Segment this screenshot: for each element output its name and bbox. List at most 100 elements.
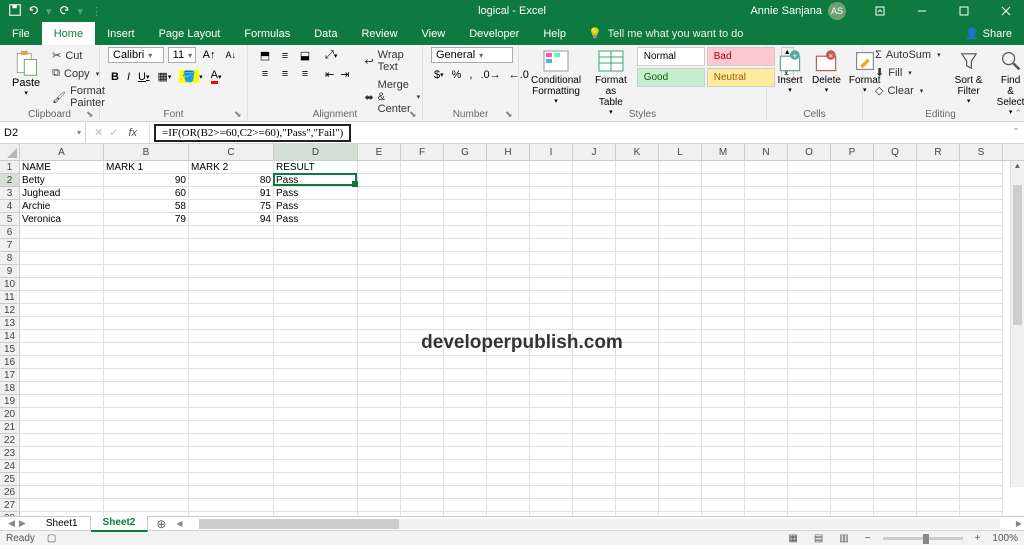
cell-S5[interactable]: [960, 213, 1003, 226]
cell-H5[interactable]: [487, 213, 530, 226]
cell-N15[interactable]: [745, 343, 788, 356]
cell-D23[interactable]: [274, 447, 358, 460]
cell-E26[interactable]: [358, 486, 401, 499]
cell-N26[interactable]: [745, 486, 788, 499]
cell-E11[interactable]: [358, 291, 401, 304]
cell-Q5[interactable]: [874, 213, 917, 226]
cell-G6[interactable]: [444, 226, 487, 239]
cell-H27[interactable]: [487, 499, 530, 512]
accounting-format-icon[interactable]: $▾: [431, 67, 447, 83]
col-header-C[interactable]: C: [189, 144, 274, 160]
cell-E25[interactable]: [358, 473, 401, 486]
cell-D12[interactable]: [274, 304, 358, 317]
cell-P8[interactable]: [831, 252, 874, 265]
cell-H18[interactable]: [487, 382, 530, 395]
cell-E13[interactable]: [358, 317, 401, 330]
cell-I18[interactable]: [530, 382, 573, 395]
cell-G1[interactable]: [444, 161, 487, 174]
cell-O6[interactable]: [788, 226, 831, 239]
cell-L11[interactable]: [659, 291, 702, 304]
cell-B28[interactable]: [104, 512, 189, 516]
cell-L27[interactable]: [659, 499, 702, 512]
cell-I12[interactable]: [530, 304, 573, 317]
cell-L2[interactable]: [659, 174, 702, 187]
cell-M9[interactable]: [702, 265, 745, 278]
cell-S26[interactable]: [960, 486, 1003, 499]
cell-E23[interactable]: [358, 447, 401, 460]
tab-view[interactable]: View: [410, 22, 458, 45]
cell-E9[interactable]: [358, 265, 401, 278]
cell-S2[interactable]: [960, 174, 1003, 187]
cell-C12[interactable]: [189, 304, 274, 317]
hscroll-right-icon[interactable]: ▶: [1014, 519, 1024, 528]
cell-A1[interactable]: NAME: [20, 161, 104, 174]
cell-G20[interactable]: [444, 408, 487, 421]
col-header-L[interactable]: L: [659, 144, 702, 160]
decrease-font-icon[interactable]: A↓: [222, 48, 239, 62]
cell-S1[interactable]: [960, 161, 1003, 174]
cell-D22[interactable]: [274, 434, 358, 447]
cell-G15[interactable]: [444, 343, 487, 356]
cell-F2[interactable]: [401, 174, 444, 187]
cell-H4[interactable]: [487, 200, 530, 213]
cell-H19[interactable]: [487, 395, 530, 408]
cell-G13[interactable]: [444, 317, 487, 330]
row-header-27[interactable]: 27: [0, 499, 20, 512]
sort-filter-button[interactable]: Sort & Filter▾: [951, 47, 987, 118]
cell-B11[interactable]: [104, 291, 189, 304]
cell-N28[interactable]: [745, 512, 788, 516]
cell-F19[interactable]: [401, 395, 444, 408]
cell-K25[interactable]: [616, 473, 659, 486]
col-header-B[interactable]: B: [104, 144, 189, 160]
cell-R22[interactable]: [917, 434, 960, 447]
redo-icon[interactable]: [58, 3, 72, 20]
cell-S22[interactable]: [960, 434, 1003, 447]
cell-Q1[interactable]: [874, 161, 917, 174]
cell-K6[interactable]: [616, 226, 659, 239]
cell-F10[interactable]: [401, 278, 444, 291]
cell-I22[interactable]: [530, 434, 573, 447]
cell-A9[interactable]: [20, 265, 104, 278]
row-header-17[interactable]: 17: [0, 369, 20, 382]
cell-J15[interactable]: [573, 343, 616, 356]
cell-I25[interactable]: [530, 473, 573, 486]
cell-C19[interactable]: [189, 395, 274, 408]
cell-K18[interactable]: [616, 382, 659, 395]
cell-O13[interactable]: [788, 317, 831, 330]
cell-R25[interactable]: [917, 473, 960, 486]
cell-O10[interactable]: [788, 278, 831, 291]
cell-N19[interactable]: [745, 395, 788, 408]
cell-L20[interactable]: [659, 408, 702, 421]
cell-H13[interactable]: [487, 317, 530, 330]
autosum-button[interactable]: ΣAutoSum▾: [871, 47, 945, 63]
cell-O1[interactable]: [788, 161, 831, 174]
cell-R4[interactable]: [917, 200, 960, 213]
cell-D21[interactable]: [274, 421, 358, 434]
style-good[interactable]: Good: [637, 68, 705, 87]
cell-I28[interactable]: [530, 512, 573, 516]
col-header-S[interactable]: S: [960, 144, 1003, 160]
cell-J17[interactable]: [573, 369, 616, 382]
formula-input[interactable]: =IF(OR(B2>=60,C2>=60),"Pass","Fail"): [154, 124, 351, 142]
cell-A26[interactable]: [20, 486, 104, 499]
row-header-16[interactable]: 16: [0, 356, 20, 369]
col-header-H[interactable]: H: [487, 144, 530, 160]
cell-M12[interactable]: [702, 304, 745, 317]
cell-M22[interactable]: [702, 434, 745, 447]
cell-I11[interactable]: [530, 291, 573, 304]
tab-home[interactable]: Home: [42, 22, 95, 45]
cell-H11[interactable]: [487, 291, 530, 304]
cell-C3[interactable]: 91: [189, 187, 274, 200]
cell-N4[interactable]: [745, 200, 788, 213]
cell-H24[interactable]: [487, 460, 530, 473]
cell-L19[interactable]: [659, 395, 702, 408]
cell-A27[interactable]: [20, 499, 104, 512]
cell-S14[interactable]: [960, 330, 1003, 343]
increase-font-icon[interactable]: A↑: [200, 47, 219, 63]
col-header-J[interactable]: J: [573, 144, 616, 160]
cell-Q23[interactable]: [874, 447, 917, 460]
cell-Q13[interactable]: [874, 317, 917, 330]
cell-C4[interactable]: 75: [189, 200, 274, 213]
cell-D27[interactable]: [274, 499, 358, 512]
zoom-level[interactable]: 100%: [992, 533, 1018, 544]
